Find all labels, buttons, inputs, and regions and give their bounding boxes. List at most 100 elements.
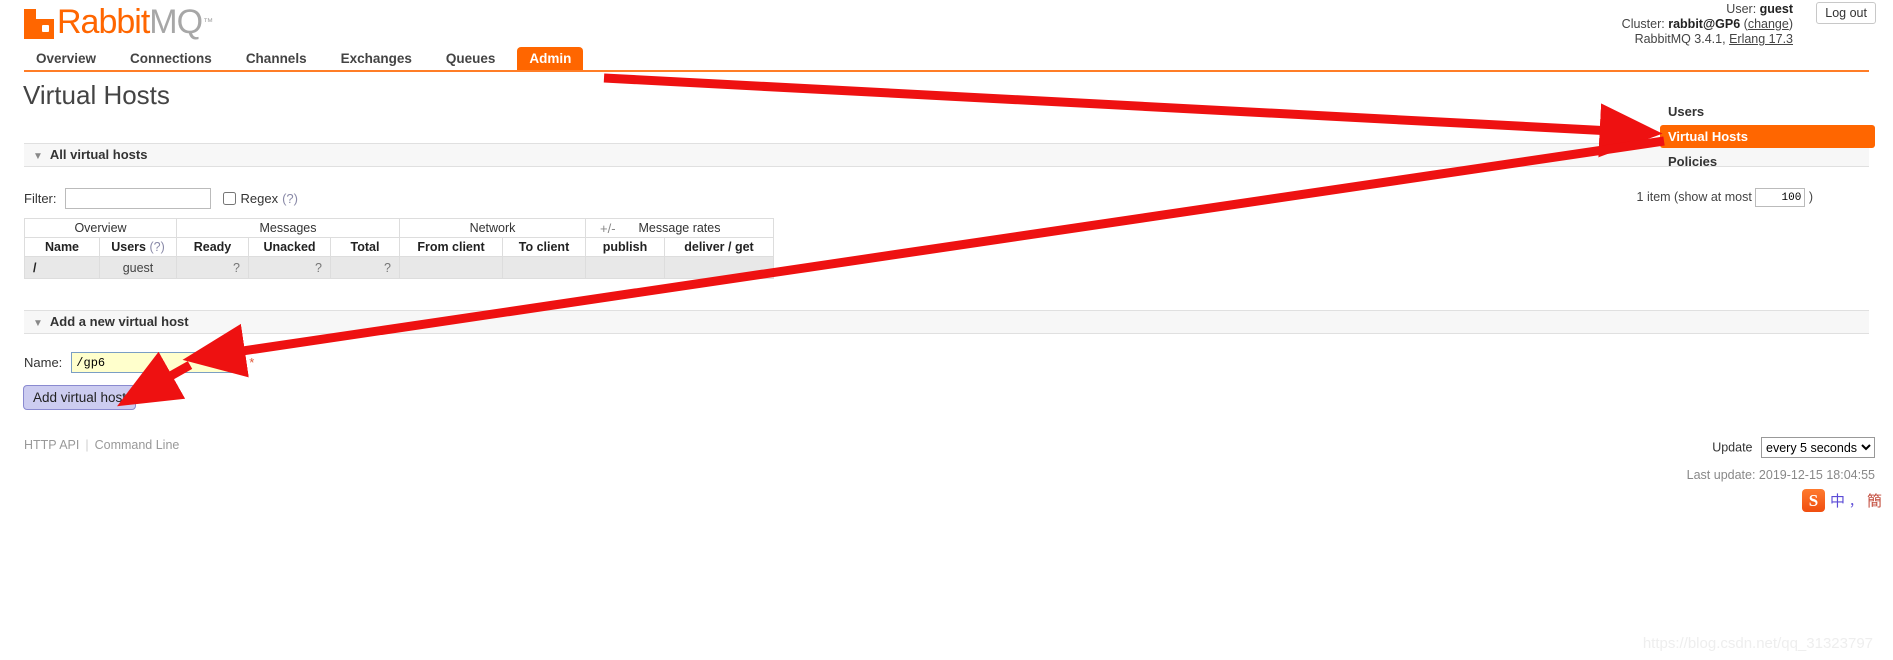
nav-item[interactable]: Channels [234, 47, 319, 70]
cell-unacked: ? [248, 256, 331, 279]
vhost-name-input[interactable] [71, 352, 242, 373]
column-header-unacked[interactable]: Unacked [248, 237, 331, 257]
nav-item[interactable]: Overview [24, 47, 108, 70]
regex-help-icon[interactable]: (?) [282, 191, 298, 206]
nav-item[interactable]: Queues [434, 47, 508, 70]
item-count: 1 item (show at most ) [1637, 188, 1813, 207]
group-header-messages: Messages [176, 218, 400, 238]
section-add-virtual-host[interactable]: ▼ Add a new virtual host [24, 310, 1869, 334]
version-row: RabbitMQ 3.4.1, Erlang 17.3 [1622, 32, 1793, 47]
cluster-label: Cluster: [1621, 17, 1665, 31]
update-interval-select[interactable]: every 5 seconds [1761, 437, 1875, 458]
sogou-logo-icon[interactable]: S [1802, 488, 1825, 512]
cell-ready: ? [176, 256, 249, 279]
last-update-text: Last update: 2019-12-15 18:04:55 [1686, 468, 1875, 482]
nav-underline [24, 70, 1869, 72]
section-all-virtual-hosts-label: All virtual hosts [49, 147, 148, 162]
collapse-triangle-icon[interactable]: ▼ [33, 146, 43, 168]
cell-users: guest [99, 256, 177, 279]
column-header-from-client[interactable]: From client [399, 237, 503, 257]
page-title: Virtual Hosts [23, 80, 170, 110]
logo-text-rabbit: Rabbit [57, 3, 150, 41]
nav-item[interactable]: Exchanges [329, 47, 424, 70]
ime-punctuation-icon[interactable]: ， [1849, 491, 1862, 510]
ime-mode-icon[interactable]: 中 [1830, 490, 1845, 511]
cell-to-client [502, 256, 586, 279]
update-control: Update every 5 seconds [1712, 437, 1875, 458]
cluster-row: Cluster: rabbit@GP6 (change) [1621, 17, 1793, 31]
rabbitmq-logo-icon [24, 5, 54, 39]
sogou-ime-toolbar[interactable]: S 中 ， 簡 [1802, 487, 1882, 513]
sidebar-item-virtual-hosts[interactable]: Virtual Hosts [1660, 125, 1875, 148]
change-cluster-link[interactable]: change [1748, 17, 1789, 31]
command-line-link[interactable]: Command Line [95, 438, 180, 452]
rabbitmq-version: RabbitMQ 3.4.1, [1634, 32, 1726, 46]
tab-channels[interactable]: Channels [234, 47, 319, 70]
http-api-link[interactable]: HTTP API [24, 438, 79, 452]
logout-button[interactable]: Log out [1816, 2, 1876, 24]
arrow-admin-to-virtual-hosts [603, 73, 1663, 158]
tab-overview[interactable]: Overview [24, 47, 108, 70]
page-size-input[interactable] [1755, 188, 1806, 207]
user-name: guest [1759, 2, 1793, 16]
table-group-header-row: Overview Messages Network Message rates [24, 218, 774, 238]
rabbitmq-management-page: Rabbit MQ ™ User: guest Cluster: rabbit@GP… [0, 0, 1893, 660]
update-label: Update [1712, 440, 1753, 455]
column-header-deliver-get[interactable]: deliver / get [664, 237, 774, 257]
main-navigation: Overview Connections Channels Exchanges … [24, 46, 1869, 70]
table-row[interactable]: / guest ? ? ? [24, 256, 774, 279]
nav-item[interactable]: Admin [517, 47, 584, 70]
regex-label: Regex [240, 191, 279, 206]
user-label: User: [1726, 2, 1757, 16]
add-virtual-host-form: Name: * [24, 352, 254, 373]
group-header-network: Network [399, 218, 586, 238]
required-mark: * [249, 355, 255, 370]
sidebar-item-users[interactable]: Users [1660, 100, 1875, 123]
cell-publish [585, 256, 665, 279]
cell-from-client [399, 256, 503, 279]
cluster-name: rabbit@GP6 [1668, 17, 1741, 31]
cell-deliver-get [664, 256, 774, 279]
group-header-overview: Overview [24, 218, 177, 238]
filter-label: Filter: [24, 191, 57, 206]
vhost-name-label: Name: [24, 355, 63, 370]
column-header-to-client[interactable]: To client [502, 237, 586, 257]
regex-checkbox[interactable] [222, 192, 236, 205]
section-all-virtual-hosts[interactable]: ▼ All virtual hosts [24, 143, 1869, 167]
column-header-publish[interactable]: publish [585, 237, 665, 257]
tab-connections[interactable]: Connections [118, 47, 224, 70]
tab-exchanges[interactable]: Exchanges [329, 47, 424, 70]
sidebar-item-policies[interactable]: Policies [1660, 150, 1875, 173]
filter-input[interactable] [64, 188, 211, 209]
column-header-name[interactable]: Name [24, 237, 100, 257]
item-count-prefix: 1 item (show at most [1636, 189, 1752, 204]
cell-total: ? [330, 256, 400, 279]
admin-sidebar: Users Virtual Hosts Policies [1660, 100, 1875, 175]
ime-script-icon[interactable]: 簡 [1867, 490, 1882, 511]
column-header-ready[interactable]: Ready [176, 237, 249, 257]
cell-name[interactable]: / [24, 256, 100, 279]
erlang-version-link[interactable]: Erlang 17.3 [1729, 32, 1793, 46]
user-info: User: guest Cluster: rabbit@GP6 (change)… [1622, 2, 1793, 47]
watermark-text: https://blog.csdn.net/qq_31323797 [1642, 635, 1873, 652]
regex-toggle[interactable]: Regex (?) [222, 191, 298, 206]
logo-text-mq: MQ [149, 3, 203, 41]
column-toggle-button[interactable]: +/- [600, 221, 616, 236]
column-header-total[interactable]: Total [330, 237, 400, 257]
tab-queues[interactable]: Queues [434, 47, 508, 70]
item-count-suffix: ) [1808, 189, 1813, 204]
trademark-mark: ™ [203, 16, 214, 28]
collapse-triangle-icon[interactable]: ▼ [33, 313, 43, 335]
footer-links: HTTP API | Command Line [24, 438, 180, 452]
virtual-hosts-table: Overview Messages Network Message rates … [24, 218, 774, 279]
section-add-virtual-host-label: Add a new virtual host [49, 314, 189, 329]
user-row: User: guest [1622, 2, 1793, 17]
rabbitmq-logo[interactable]: Rabbit MQ ™ [24, 2, 213, 42]
tab-admin[interactable]: Admin [517, 47, 584, 70]
users-help-icon[interactable]: (?) [149, 240, 164, 254]
column-header-users[interactable]: Users (?) [99, 237, 177, 257]
filter-area: Filter: Regex (?) [24, 188, 298, 209]
table-header-row: Name Users (?) Ready Unacked Total From … [24, 237, 774, 257]
nav-item[interactable]: Connections [118, 47, 224, 70]
add-virtual-host-button[interactable]: Add virtual host [23, 385, 137, 410]
